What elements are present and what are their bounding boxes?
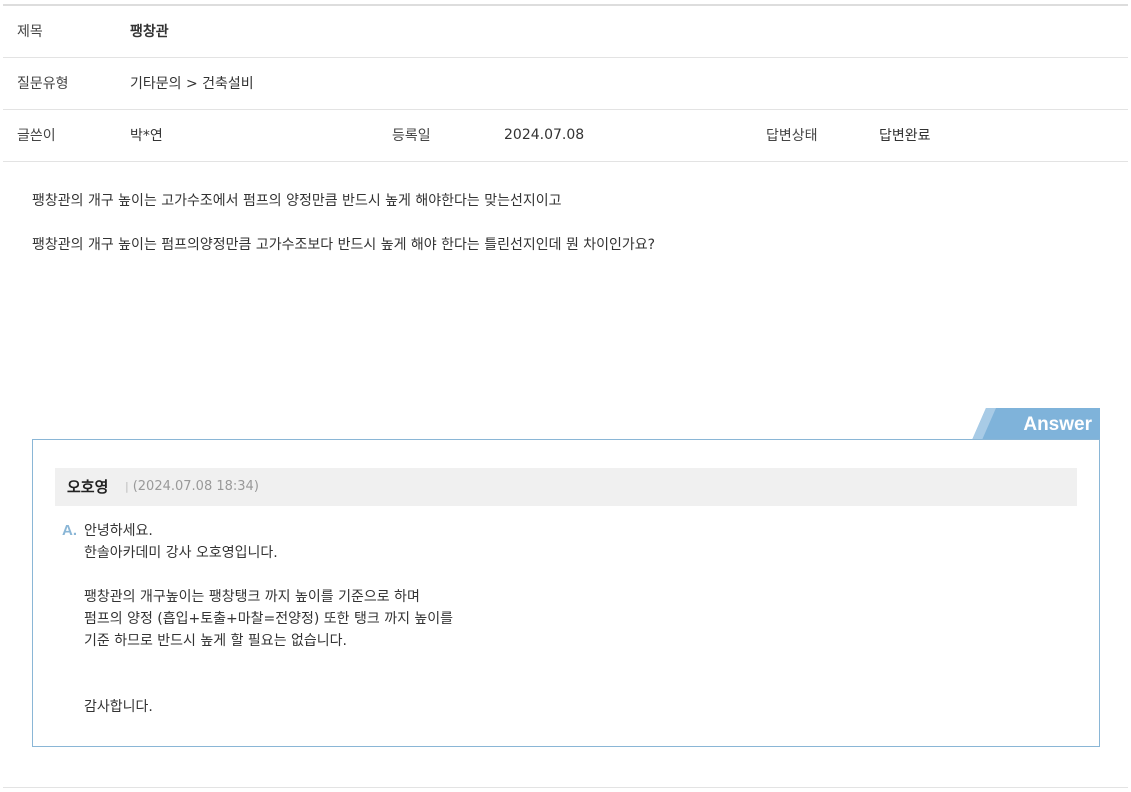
question-line: 팽창관의 개구 높이는 펌프의양정만큼 고가수조보다 반드시 높게 해야 한다는… xyxy=(32,237,656,253)
answer-date: (2024.07.08 18:34) xyxy=(132,479,259,494)
qna-detail-page: 제목 팽창관 질문유형 기타문의 > 건축설비 글쓴이 박*연 등록일 2024… xyxy=(0,0,1131,792)
bottom-divider xyxy=(3,787,1128,788)
question-info-table: 제목 팽창관 질문유형 기타문의 > 건축설비 글쓴이 박*연 등록일 2024… xyxy=(3,4,1128,162)
answer-line xyxy=(84,652,1064,674)
answer-line: 한솔아카데미 강사 오호영입니다. xyxy=(84,545,278,561)
question-line: 팽창관의 개구 높이는 고가수조에서 펌프의 양정만큼 반드시 높게 해야한다는… xyxy=(32,193,562,209)
author-value: 박*연 xyxy=(116,109,378,162)
answer-line: 펌프의 양정 (흡입+토출+마찰=전양정) 또한 탱크 까지 높이를 xyxy=(84,611,454,627)
answer-line: 팽창관의 개구높이는 팽창탱크 까지 높이를 기준으로 하며 xyxy=(84,589,420,605)
author-label: 글쓴이 xyxy=(3,109,116,162)
answer-body: 안녕하세요. 한솔아카데미 강사 오호영입니다. 팽창관의 개구높이는 팽창탱크… xyxy=(84,520,1064,718)
answer-author: 오호영 xyxy=(67,478,109,496)
title-row: 제목 팽창관 xyxy=(3,5,1128,58)
answer-line xyxy=(84,674,1064,696)
answer-tab: Answer xyxy=(972,408,1100,440)
type-value: 기타문의 > 건축설비 xyxy=(116,57,1128,110)
answer-line: 감사합니다. xyxy=(84,699,153,715)
status-label: 답변상태 xyxy=(752,109,865,162)
question-body: 팽창관의 개구 높이는 고가수조에서 펌프의 양정만큼 반드시 높게 해야한다는… xyxy=(32,190,1092,278)
answer-mark: A. xyxy=(62,522,77,539)
type-label: 질문유형 xyxy=(3,57,116,110)
answer-date-wrap: | (2024.07.08 18:34) xyxy=(125,468,259,506)
date-label: 등록일 xyxy=(378,109,490,162)
answer-separator: | xyxy=(125,480,129,493)
date-value: 2024.07.08 xyxy=(490,109,752,162)
answer-line: 기준 하므로 반드시 높게 할 필요는 없습니다. xyxy=(84,633,347,649)
title-value: 팽창관 xyxy=(116,5,1128,58)
answer-line xyxy=(84,564,1064,586)
title-label: 제목 xyxy=(3,5,116,58)
answer-tab-label: Answer xyxy=(1023,414,1092,435)
answer-line: 안녕하세요. xyxy=(84,523,153,539)
answer-box: 오호영 | (2024.07.08 18:34) A. 안녕하세요. 한솔아카데미… xyxy=(32,439,1100,747)
meta-row: 글쓴이 박*연 등록일 2024.07.08 답변상태 답변완료 xyxy=(3,109,1128,162)
answer-header: 오호영 | (2024.07.08 18:34) xyxy=(55,468,1077,506)
status-value: 답변완료 xyxy=(865,109,1128,162)
type-row: 질문유형 기타문의 > 건축설비 xyxy=(3,57,1128,110)
